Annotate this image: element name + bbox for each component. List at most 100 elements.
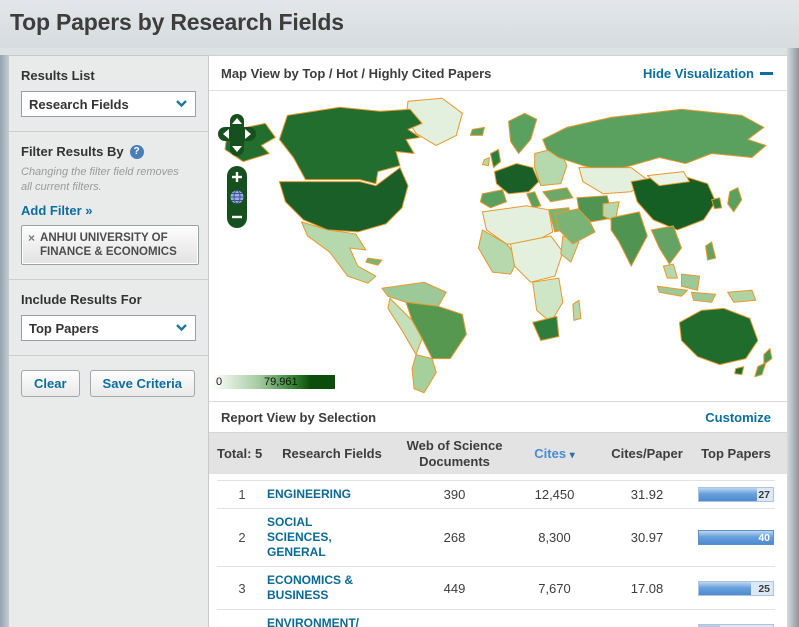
- region-iberia: [480, 190, 506, 208]
- main-panel: Map View by Top / Hot / Highly Cited Pap…: [209, 55, 787, 627]
- table-row: 2 SOCIAL SCIENCES, GENERAL 268 8,300 30.…: [217, 508, 775, 566]
- remove-filter-icon[interactable]: ×: [28, 232, 35, 244]
- table-row: 1 ENGINEERING 390 12,450 31.92 27: [217, 480, 775, 508]
- filter-results-by-label: Filter Results By: [21, 144, 124, 159]
- world-map-choropleth[interactable]: [209, 91, 787, 401]
- country-united-kingdom: [490, 149, 500, 167]
- country-south-africa: [533, 316, 559, 340]
- column-header-research-fields: Research Fields: [267, 446, 397, 462]
- hide-visualization-link[interactable]: Hide Visualization: [643, 66, 773, 81]
- collapse-icon: [760, 72, 773, 75]
- country-new-zealand-south: [755, 363, 766, 377]
- country-south-korea: [712, 198, 722, 209]
- window-right-edge: [787, 48, 799, 627]
- filter-section: Filter Results By ? Changing the filter …: [9, 132, 208, 279]
- top-papers-bar: 40: [698, 530, 774, 545]
- country-india: [611, 212, 647, 266]
- chevron-down-icon: [175, 95, 188, 113]
- region-central-africa: [511, 236, 563, 282]
- cites-label: Cites: [534, 446, 566, 461]
- sort-descending-icon: ▾: [570, 450, 575, 461]
- active-filter-label: ANHUI UNIVERSITY OF FINANCE & ECONOMICS: [40, 231, 190, 260]
- map-area: 0 79,961: [209, 91, 787, 401]
- row-rank: 2: [217, 530, 267, 545]
- add-filter-link[interactable]: Add Filter »: [21, 203, 93, 218]
- country-japan: [728, 188, 742, 212]
- total-label: Total: 5: [217, 446, 267, 462]
- map-zoom-control[interactable]: [226, 165, 248, 229]
- row-rank: 3: [217, 581, 267, 596]
- map-pan-control[interactable]: [217, 113, 257, 157]
- clear-button[interactable]: Clear: [21, 370, 80, 397]
- chevron-down-icon: [175, 319, 188, 337]
- table-row: 3 ECONOMICS & BUSINESS 449 7,670 17.08 2…: [217, 566, 775, 609]
- column-header-documents[interactable]: Web of Science Documents: [397, 438, 512, 469]
- cites-value: 7,670: [512, 581, 597, 596]
- country-philippines: [706, 242, 716, 260]
- country-tasmania: [735, 367, 744, 375]
- country-madagascar: [573, 300, 581, 320]
- column-header-top-papers[interactable]: Top Papers: [697, 446, 775, 462]
- customize-link[interactable]: Customize: [705, 410, 771, 425]
- cites-value: 8,300: [512, 530, 597, 545]
- column-header-cites[interactable]: Cites ▾: [512, 446, 597, 462]
- map-color-legend: 0 79,961: [212, 375, 335, 389]
- legend-min-value: 0: [216, 376, 222, 388]
- hide-visualization-label: Hide Visualization: [643, 66, 754, 81]
- save-criteria-button[interactable]: Save Criteria: [90, 370, 196, 397]
- active-filter-chip[interactable]: × ANHUI UNIVERSITY OF FINANCE & ECONOMIC…: [21, 225, 199, 266]
- include-results-selected-value: Top Papers: [29, 321, 99, 336]
- country-new-guinea: [728, 290, 756, 302]
- table-body: 1 ENGINEERING 390 12,450 31.92 27 2 SOCI…: [209, 474, 787, 627]
- report-view-title: Report View by Selection: [221, 410, 376, 425]
- top-papers-value: 40: [758, 532, 770, 544]
- country-australia: [679, 308, 757, 364]
- field-link[interactable]: SOCIAL SCIENCES, GENERAL: [267, 515, 397, 560]
- docs-value: 449: [397, 581, 512, 596]
- region-scandinavia: [509, 113, 537, 153]
- globe-icon: [231, 191, 244, 204]
- cites-per-paper-value: 30.97: [597, 530, 697, 545]
- region-indochina: [651, 226, 681, 264]
- country-new-zealand-north: [764, 349, 772, 365]
- cites-value: 12,450: [512, 487, 597, 502]
- field-link[interactable]: ENGINEERING: [267, 487, 397, 502]
- top-papers-bar: 27: [698, 487, 774, 502]
- results-list-select[interactable]: Research Fields: [21, 91, 196, 117]
- table-header-row: Total: 5 Research Fields Web of Science …: [209, 432, 787, 474]
- filter-note-text: Changing the filter field removes all cu…: [21, 165, 191, 195]
- map-section-header: Map View by Top / Hot / Highly Cited Pap…: [209, 56, 787, 91]
- country-indonesia: [657, 286, 687, 296]
- results-list-selected-value: Research Fields: [29, 97, 129, 112]
- top-papers-bar-fill: [699, 488, 757, 501]
- column-header-cites-per-paper[interactable]: Cites/Paper: [597, 446, 697, 462]
- include-results-select[interactable]: Top Papers: [21, 315, 196, 341]
- report-section-header: Report View by Selection Customize: [209, 401, 787, 432]
- row-rank: 1: [217, 487, 267, 502]
- field-link[interactable]: ENVIRONMENT/ ECOLOGY: [267, 616, 397, 627]
- sidebar-buttons: Clear Save Criteria: [9, 356, 208, 411]
- country-russia: [543, 109, 766, 171]
- docs-value: 268: [397, 530, 512, 545]
- top-papers-value: 25: [758, 583, 770, 595]
- results-list-section: Results List Research Fields: [9, 56, 208, 131]
- legend-max-value: 79,961: [264, 376, 298, 388]
- country-italy: [527, 192, 541, 208]
- cites-per-paper-value: 31.92: [597, 487, 697, 502]
- map-view-title: Map View by Top / Hot / Highly Cited Pap…: [221, 66, 491, 81]
- include-results-section: Include Results For Top Papers: [9, 280, 208, 355]
- page-header: Top Papers by Research Fields: [0, 0, 799, 48]
- country-argentina: [412, 355, 436, 393]
- docs-value: 390: [397, 487, 512, 502]
- country-iceland: [470, 127, 484, 135]
- content-area: Results List Research Fields Filter Resu…: [8, 55, 787, 627]
- country-mexico: [301, 222, 375, 283]
- help-icon[interactable]: ?: [130, 145, 144, 159]
- top-papers-bar-fill: [699, 582, 751, 595]
- country-turkey: [543, 188, 573, 202]
- field-link[interactable]: ECONOMICS & BUSINESS: [267, 573, 397, 603]
- cites-per-paper-value: 17.08: [597, 581, 697, 596]
- results-list-label: Results List: [21, 68, 196, 83]
- top-papers-value: 27: [758, 489, 770, 501]
- window-left-edge: [0, 55, 8, 627]
